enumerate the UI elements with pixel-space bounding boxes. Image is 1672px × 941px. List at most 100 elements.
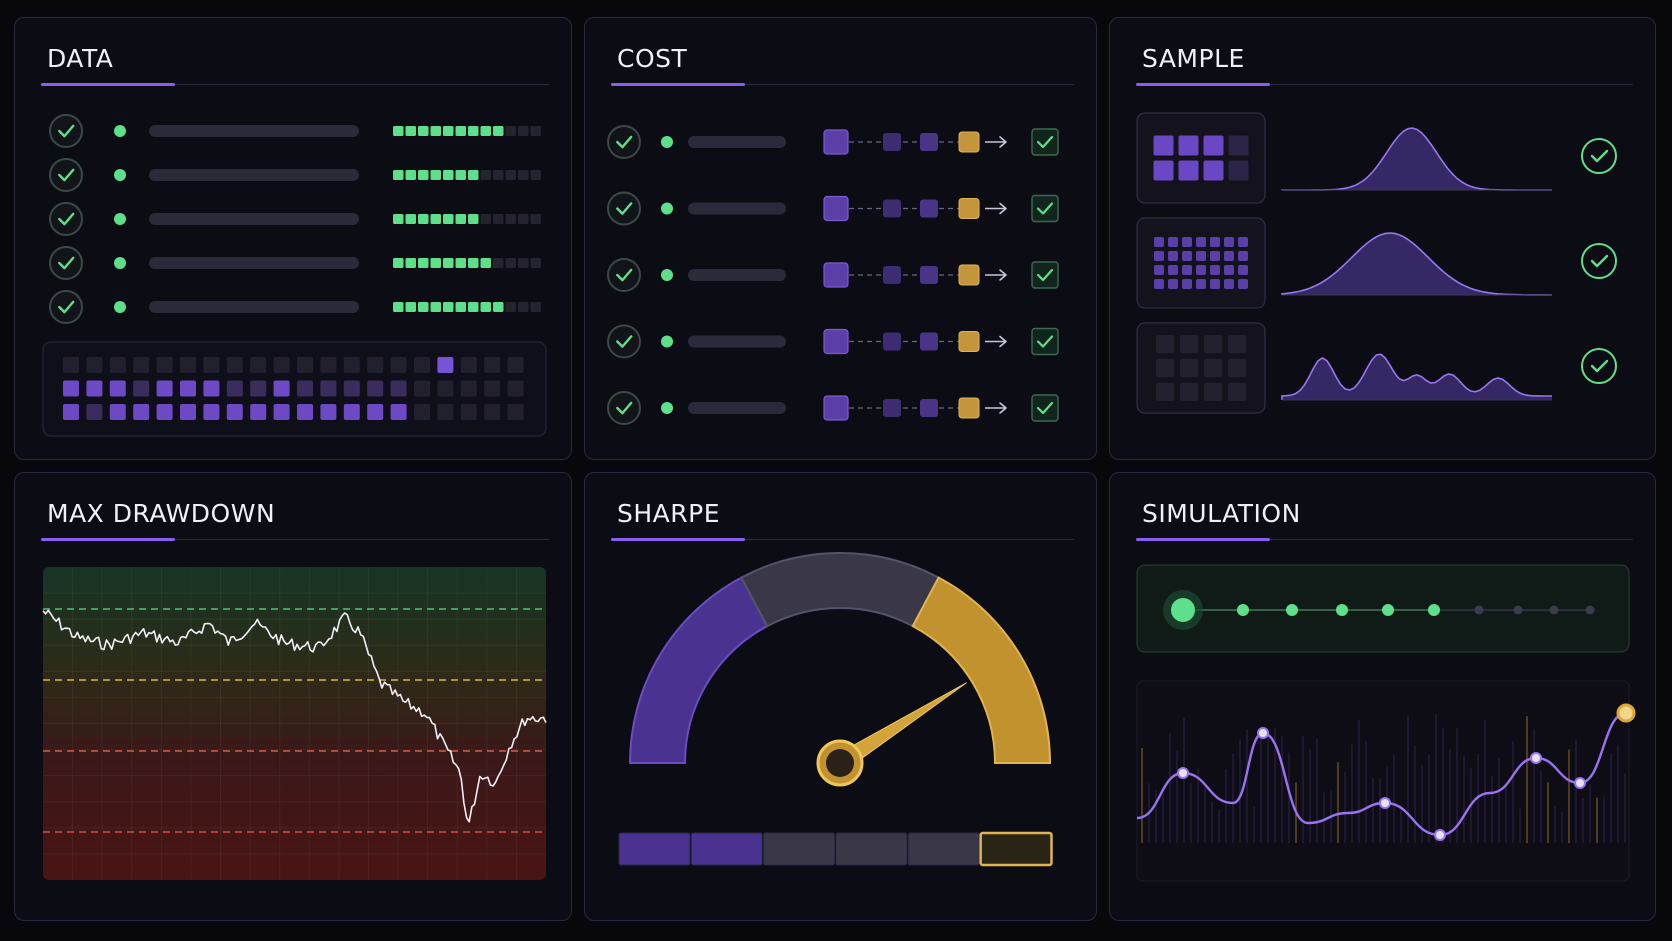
sample-thumbnail-cell	[1168, 279, 1178, 289]
cost-row-status-dot	[661, 402, 673, 414]
data-grid-cell	[63, 357, 79, 373]
check-circle-ring	[49, 290, 83, 324]
cost-row-status-dot	[661, 269, 673, 281]
sample-thumbnail-cell	[1153, 135, 1174, 156]
data-row-status-dot	[114, 301, 126, 313]
data-grid-cell	[86, 404, 103, 420]
data-progress-segment	[455, 302, 466, 312]
data-progress-segment	[455, 126, 466, 136]
cost-stage	[920, 133, 938, 151]
check-circle-icon	[1581, 138, 1617, 174]
data-grid-cell	[86, 380, 103, 397]
data-progress-segment	[518, 170, 529, 180]
data-grid-cell	[390, 404, 407, 420]
data-progress-segment	[443, 302, 454, 312]
cost-stage	[920, 199, 938, 218]
sharpe-scale-segment	[618, 832, 691, 866]
sim-end-point	[1616, 703, 1636, 723]
data-grid-cell	[180, 404, 196, 420]
data-row-check-icon	[49, 114, 83, 148]
check-circle-ring	[49, 114, 83, 148]
sample-thumbnail-cell	[1228, 160, 1249, 181]
data-progress-segment	[530, 214, 541, 224]
data-grid-cell	[414, 404, 430, 420]
data-progress-segment	[493, 170, 504, 180]
sample-thumbnail-cell	[1178, 160, 1199, 181]
data-grid-cell	[133, 357, 150, 373]
cost-row-label-bar	[688, 269, 786, 281]
data-progress-segment	[505, 126, 516, 136]
data-progress-segment	[455, 170, 466, 180]
data-progress-segment	[468, 214, 479, 224]
data-grid-cell	[226, 380, 243, 397]
data-progress-segment	[393, 170, 404, 180]
sim-step-dot	[1237, 604, 1249, 616]
cost-rows	[607, 125, 1059, 425]
cost-stage-gold	[958, 131, 980, 153]
cost-stage	[920, 332, 938, 351]
sharpe-scale-segment	[835, 832, 908, 866]
data-row-label-bar	[149, 257, 359, 269]
sim-marker-point	[1530, 752, 1542, 764]
gauge-hub-inner	[826, 749, 854, 777]
data-row-label-bar	[149, 169, 359, 181]
cost-row-label-bar	[688, 136, 786, 148]
data-row-check-icon	[49, 290, 83, 324]
data-progress-segment	[418, 258, 429, 268]
check-circle-ring	[607, 191, 641, 226]
data-grid-cell	[297, 380, 313, 397]
data-progress-segment	[493, 214, 504, 224]
data-grid-cell	[203, 380, 220, 397]
data-progress-segment	[443, 170, 454, 180]
cost-stage-large	[823, 328, 849, 355]
data-grid-cell	[484, 357, 501, 373]
sample-distribution-area	[1282, 233, 1552, 295]
data-progress-segment	[405, 258, 416, 268]
sample-thumbnail-cell	[1154, 279, 1164, 289]
sample-thumbnail-cell	[1238, 265, 1248, 275]
cost-row-status-dot	[661, 136, 673, 148]
sample-thumbnail-cell	[1204, 383, 1222, 401]
sample-thumbnail-cell	[1182, 237, 1192, 247]
data-grid-cell	[460, 357, 477, 373]
cost-done-box	[1031, 394, 1059, 422]
sim-marker-point	[1257, 727, 1269, 739]
data-grid-cell	[460, 404, 477, 420]
data-grid-cell	[484, 404, 501, 420]
check-circle-ring	[49, 202, 83, 236]
sample-thumbnail-cell	[1203, 135, 1224, 156]
sample-thumbnail-cell	[1196, 251, 1206, 261]
sample-thumbnail-cell	[1210, 279, 1220, 289]
data-progress-segment	[530, 258, 541, 268]
data-progress-segment	[505, 170, 516, 180]
data-grid-cell	[203, 357, 220, 373]
sample-thumbnail-cell	[1156, 359, 1174, 377]
sample-thumbnail-cell	[1238, 279, 1248, 289]
sim-marker-point	[1574, 777, 1586, 789]
cost-row-label-bar	[688, 335, 786, 348]
data-grid-cell	[367, 380, 384, 397]
sample-thumbnail-cell	[1224, 251, 1234, 261]
cost-stage	[883, 332, 901, 351]
cost-stage-large	[823, 129, 849, 155]
sim-step-dot	[1382, 604, 1394, 616]
data-grid-cell	[367, 357, 384, 373]
data-grid-cell	[86, 357, 103, 373]
data-row-status-dot	[114, 169, 126, 181]
data-grid-cell	[390, 380, 407, 397]
data-progress-segment	[530, 126, 541, 136]
data-row-check-icon	[49, 158, 83, 192]
simulation-panel: SIMULATION	[1109, 472, 1656, 921]
data-progress-segment	[393, 214, 404, 224]
data-progress-segment	[493, 126, 504, 136]
cost-done-box	[1031, 261, 1059, 289]
cost-stage	[883, 399, 901, 417]
check-circle-ring	[607, 258, 641, 292]
drawdown-panel: MAX DRAWDOWN	[14, 472, 572, 921]
sample-thumbnail-cell	[1210, 251, 1220, 261]
sample-thumbnail-cell	[1178, 135, 1199, 156]
cost-row-check-icon	[607, 258, 641, 292]
data-progress-segment	[493, 302, 504, 312]
sample-thumbnail-cell	[1204, 335, 1222, 353]
sample-thumbnail-cell	[1168, 265, 1178, 275]
